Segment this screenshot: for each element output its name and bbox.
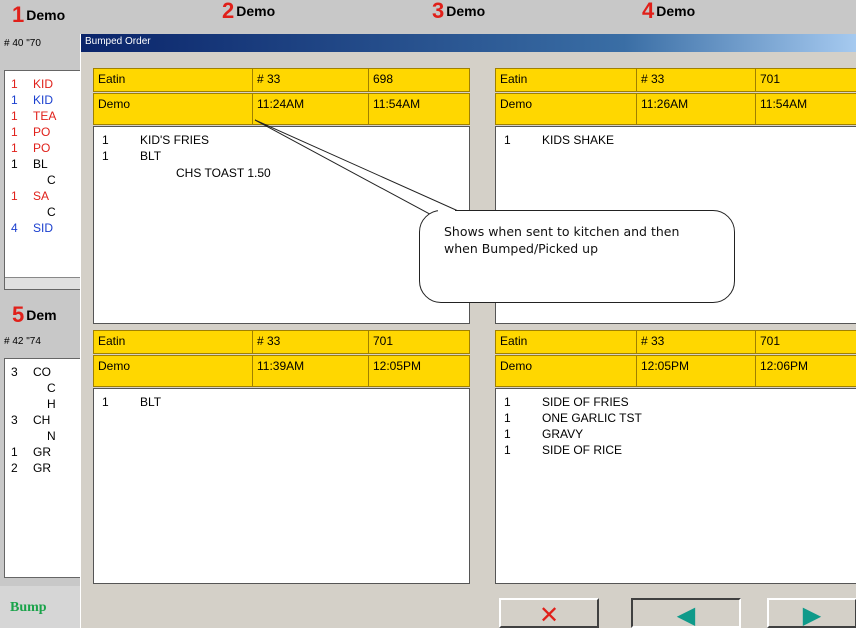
bumped-time: 11:54AM (368, 93, 470, 125)
bg-order-1-sub: # 40 "70 (4, 38, 41, 49)
sent-time: 11:24AM (252, 93, 369, 125)
bg-order-name: Demo (26, 7, 66, 23)
order-type: Eatin (93, 330, 253, 354)
bumped-order-dialog: Bumped Order Eatin # 33 698 Demo 11:24AM… (80, 34, 856, 628)
next-button[interactable]: ▶ (767, 598, 856, 628)
order-number: # 33 (252, 68, 369, 92)
bg-order-number: 2 (222, 0, 235, 23)
previous-button[interactable]: ◀ (631, 598, 741, 628)
ticket-number: 701 (755, 68, 856, 92)
bg-list-item: 1 KID (11, 93, 54, 107)
order-items-list[interactable]: 1 SIDE OF FRIES 1 ONE GARLIC TST 1 GRAVY 1S… (495, 388, 856, 584)
bg-list-item: 1 GR (11, 445, 51, 459)
bg-order-number: 1 (12, 2, 25, 27)
order-type: Eatin (495, 330, 637, 354)
sent-time: 11:39AM (252, 355, 369, 387)
bg-order-header-5[interactable]: 5 Dem (12, 302, 57, 328)
bg-order-number: 5 (12, 302, 25, 327)
kitchen-display-screen: 1 Demo 2 Demo 3 Demo 4 Demo # 40 "70 1 KID 1 KI… (0, 0, 856, 628)
order-number: # 33 (636, 68, 756, 92)
bg-order-header-1[interactable]: 1 Demo (12, 2, 65, 28)
bg-list-item: 1 KID (11, 77, 54, 91)
bump-button[interactable]: Bump (10, 600, 47, 616)
arrow-right-icon: ▶ (802, 601, 822, 628)
bg-list-item: 1 SA (11, 189, 50, 203)
bg-order-header-3[interactable]: 3 Demo (432, 0, 485, 24)
order-number: # 33 (252, 330, 369, 354)
ticket-number: 698 (368, 68, 470, 92)
bg-list-item: N (47, 429, 56, 443)
order-type: Eatin (495, 68, 637, 92)
order-number: # 33 (636, 330, 756, 354)
bg-list-item: 1 TEA (11, 109, 57, 123)
bg-list-item: 1 PO (11, 125, 51, 139)
bg-list-item: 1 PO (11, 141, 51, 155)
bg-list-item: 3 CH (11, 413, 51, 427)
bg-order-header-4[interactable]: 4 Demo (642, 0, 695, 24)
order-items-list[interactable]: 1 BLT (93, 388, 470, 584)
bumped-time: 12:05PM (368, 355, 470, 387)
bg-list-item: C (47, 205, 56, 219)
dialog-titlebar[interactable]: Bumped Order (81, 34, 856, 52)
sent-time: 12:05PM (636, 355, 756, 387)
bg-list-item: 3 CO (11, 365, 51, 379)
close-button[interactable]: ✕ (499, 598, 599, 628)
dialog-title: Bumped Order (85, 36, 151, 47)
server-name: Demo (495, 93, 637, 125)
ticket-number: 701 (368, 330, 470, 354)
bg-list-item: C (47, 173, 56, 187)
close-x-icon: ✕ (538, 601, 560, 628)
bg-order-5-sub: # 42 "74 (4, 336, 41, 347)
bg-order-5-list[interactable]: 3 CO C H 3 CH N 1 GR 2 GR (4, 358, 82, 578)
order-type: Eatin (93, 68, 253, 92)
bg-order-header-2[interactable]: 2 Demo (222, 0, 275, 24)
bg-list-item: 4 SID (11, 221, 54, 235)
bg-order-number: 4 (642, 0, 655, 23)
ticket-number: 701 (755, 330, 856, 354)
bg-order-name: Demo (656, 3, 696, 19)
server-name: Demo (93, 355, 253, 387)
bg-list-item: C (47, 381, 56, 395)
bg-order-1-list[interactable]: 1 KID 1 KID 1 TEA 1 PO 1 PO 1 BL C 1 SA C 4 SID (4, 70, 82, 290)
bg-scrollbar[interactable] (5, 277, 81, 289)
callout-text: Shows when sent to kitchen and then when… (444, 224, 680, 256)
bumped-time: 12:06PM (755, 355, 856, 387)
bg-order-name: Dem (26, 307, 57, 323)
sent-time: 11:26AM (636, 93, 756, 125)
arrow-left-icon: ◀ (676, 601, 696, 628)
bg-list-item: 1 BL (11, 157, 48, 171)
order-items-list[interactable]: 1 KID'S FRIES 1 BLT CHS TOAST 1.50 (93, 126, 470, 324)
server-name: Demo (93, 93, 253, 125)
bg-list-item: 2 GR (11, 461, 51, 475)
bg-order-name: Demo (446, 3, 486, 19)
bg-order-number: 3 (432, 0, 445, 23)
callout-bubble: Shows when sent to kitchen and then when… (419, 210, 735, 303)
bg-order-name: Demo (236, 3, 276, 19)
bg-list-item: H (47, 397, 56, 411)
bumped-time: 11:54AM (755, 93, 856, 125)
server-name: Demo (495, 355, 637, 387)
